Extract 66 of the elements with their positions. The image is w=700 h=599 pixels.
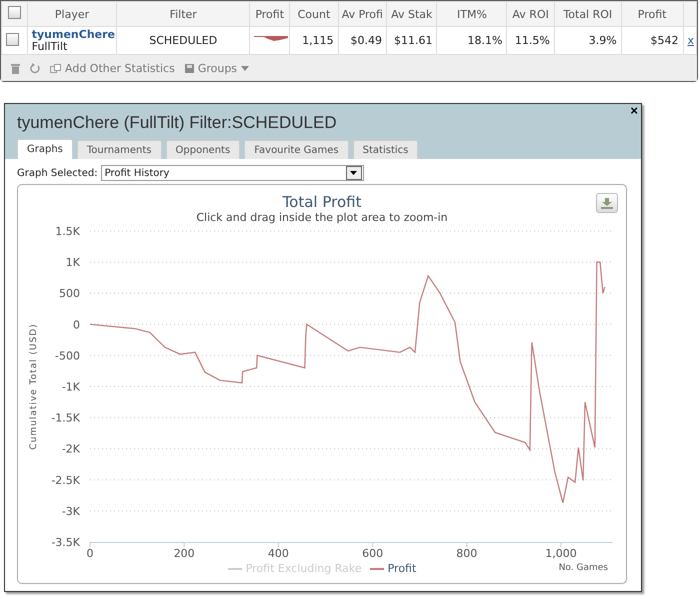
column-header[interactable]: Profit	[250, 2, 290, 26]
column-header[interactable]: Player	[27, 2, 117, 26]
table-cell: 1,115	[302, 34, 334, 47]
select-all-checkbox[interactable]	[8, 6, 21, 19]
column-header[interactable]: ITM%	[436, 2, 507, 26]
chart-title: Total Profit	[282, 193, 362, 211]
column-header[interactable]: Count	[290, 2, 338, 26]
field-label: Graph Selected:	[17, 168, 98, 178]
column-header[interactable]: Profit	[621, 2, 684, 26]
table-cell: 11.5%	[514, 34, 550, 47]
caret-icon	[241, 66, 250, 70]
table-cell: $0.49	[350, 34, 382, 47]
site-name: FullTilt	[32, 41, 68, 53]
table-cell: $11.61	[394, 34, 432, 47]
groups-menu-button[interactable]: Groups	[184, 62, 250, 74]
y-tick-label: -2.5K	[51, 474, 80, 487]
y-tick-label: 1K	[66, 256, 80, 270]
column-header[interactable]: Av Stak	[386, 2, 437, 26]
x-tick-label: 0	[86, 547, 94, 560]
save-icon	[184, 64, 194, 72]
x-axis-title: No. Games	[558, 563, 608, 573]
table-cell: $542	[650, 34, 679, 47]
y-tick-label: -1.5K	[51, 412, 80, 425]
x-tick-label: 600	[362, 547, 384, 560]
table-cell: 18.1%	[468, 34, 502, 47]
refresh-icon	[30, 62, 40, 74]
trash-icon	[11, 62, 20, 74]
tab[interactable]: Opponents	[166, 140, 240, 159]
tab[interactable]: Tournaments	[76, 140, 162, 159]
column-header[interactable]: Av ROI	[506, 2, 554, 26]
add-statistics-button[interactable]: Add Other Statistics	[50, 62, 175, 74]
tab[interactable]: Statistics	[352, 140, 418, 159]
y-tick-label: 1.5K	[55, 225, 80, 238]
chart-subtitle: Click and drag inside the plot area to zoom-in	[195, 211, 449, 224]
download-icon	[601, 198, 613, 208]
download-button[interactable]	[596, 193, 618, 213]
y-tick-label: -500	[55, 349, 80, 362]
x-tick-label: 1,000	[545, 547, 577, 560]
delete-button[interactable]	[11, 62, 20, 74]
y-tick-label: 500	[59, 287, 80, 300]
player-link[interactable]: tyumenChere	[32, 28, 115, 41]
y-axis-title: Cumulative Total (USD)	[29, 323, 39, 450]
column-header[interactable]: Total ROI	[554, 2, 622, 26]
windows-icon	[50, 64, 61, 72]
graph-dropdown[interactable]: Profit History	[100, 165, 364, 181]
table-cell: SCHEDULED	[149, 34, 218, 47]
table-cell: 3.9%	[588, 34, 617, 47]
tab[interactable]: Graphs	[17, 139, 73, 159]
dialog-title: tyumenChere (FullTilt) Filter:SCHEDULED	[17, 113, 337, 133]
column-header[interactable]: Filter	[116, 2, 250, 26]
close-button[interactable]: ×	[627, 104, 641, 118]
y-tick-label: -3K	[62, 504, 80, 518]
y-tick-label: -3.5K	[51, 536, 80, 549]
y-tick-label: -2K	[62, 442, 80, 456]
caret-icon	[350, 171, 358, 175]
legend-item[interactable]: Profit	[370, 562, 416, 575]
x-tick-label: 400	[268, 547, 289, 560]
refresh-button[interactable]	[30, 62, 40, 74]
column-header[interactable]: Av Profi	[338, 2, 387, 26]
x-tick-label: 200	[174, 547, 195, 560]
profit-sparkline	[254, 36, 288, 44]
tab[interactable]: Favourite Games	[244, 140, 349, 159]
row-checkbox[interactable]	[6, 32, 19, 46]
x-tick-label: 800	[456, 547, 478, 560]
y-tick-label: 0	[73, 318, 80, 332]
y-tick-label: -1K	[62, 380, 80, 394]
